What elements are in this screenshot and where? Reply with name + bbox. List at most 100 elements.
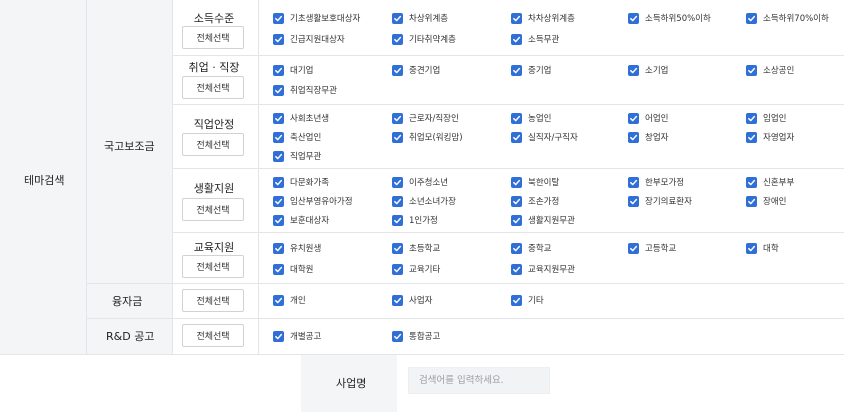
checkbox-label: 중학교 [528,244,552,254]
business-name-search-input[interactable] [408,367,550,394]
checkbox-label: 다문화가족 [290,178,330,188]
checkbox-living-support[interactable]: 다문화가족 [273,176,329,188]
checked-icon [273,242,284,254]
checkbox-job-stability[interactable]: 축산업인 [273,131,321,143]
checkbox-job-stability[interactable]: 실직자/구직자 [511,131,578,143]
select-all-button-income[interactable]: 전체선택 [182,26,244,49]
checkbox-living-support[interactable]: 생활지원무관 [511,214,575,226]
checkbox-label: 중견기업 [409,66,441,76]
category-label-income: 소득수준 [193,12,235,25]
checkbox-label: 차차상위계층 [528,14,575,24]
checkbox-education[interactable]: 초등학교 [392,242,440,254]
checkbox-income[interactable]: 소득하위70%이하 [746,12,829,24]
checkbox-employment[interactable]: 대기업 [273,64,313,76]
checked-icon [273,33,284,45]
checkbox-job-stability[interactable]: 직업무관 [273,150,321,162]
checkbox-income[interactable]: 기초생활보호대상자 [273,12,360,24]
select-all-button-living-support[interactable]: 전체선택 [182,198,244,221]
checkbox-living-support[interactable]: 이주청소년 [392,176,448,188]
checkbox-education[interactable]: 교육기타 [392,263,440,275]
checkbox-job-stability[interactable]: 농업인 [511,112,551,124]
select-all-button-employment[interactable]: 전체선택 [182,76,244,99]
checked-icon [746,242,757,254]
checkbox-job-stability[interactable]: 임업인 [746,112,786,124]
checkbox-living-support[interactable]: 장기의료환자 [628,195,692,207]
select-all-button-rnd[interactable]: 전체선택 [182,324,244,347]
checkbox-income[interactable]: 차상위계층 [392,12,448,24]
checkbox-education[interactable]: 대학원 [273,263,313,275]
checkbox-label: 중기업 [528,66,552,76]
checked-icon [746,64,757,76]
checkbox-living-support[interactable]: 1인가정 [392,214,438,226]
checkbox-label: 통합공고 [409,332,441,342]
checkbox-label: 차상위계층 [409,14,449,24]
checkbox-income[interactable]: 소득무관 [511,33,559,45]
select-all-button-education[interactable]: 전체선택 [182,255,244,278]
checkbox-label: 유치원생 [290,244,322,254]
checkbox-label: 창업자 [645,133,669,143]
category-label-employment: 취업 · 직장 [188,61,240,74]
checked-icon [511,195,522,207]
checkbox-label: 조손가정 [528,197,560,207]
checkbox-label: 1인가정 [409,216,438,226]
checked-icon [392,263,403,275]
checkbox-label: 임산부영유아가정 [290,197,353,207]
checkbox-rnd[interactable]: 개별공고 [273,330,321,342]
checkbox-job-stability[interactable]: 근로자/직장인 [392,112,459,124]
checkbox-label: 교육기타 [409,265,441,275]
checkbox-education[interactable]: 고등학교 [628,242,676,254]
select-all-button-loan[interactable]: 전체선택 [182,289,244,312]
checked-icon [628,112,639,124]
checked-icon [273,112,284,124]
select-all-button-job-stability[interactable]: 전체선택 [182,133,244,156]
checkbox-rnd[interactable]: 통합공고 [392,330,440,342]
checkbox-label: 교육지원무관 [528,265,575,275]
checkbox-job-stability[interactable]: 사회초년생 [273,112,329,124]
checkbox-education[interactable]: 유치원생 [273,242,321,254]
checkbox-living-support[interactable]: 조손가정 [511,195,559,207]
checkbox-loan[interactable]: 기타 [511,294,544,306]
checkbox-label: 소득하위70%이하 [763,14,829,24]
checkbox-label: 긴급지원대상자 [290,35,345,45]
checkbox-employment[interactable]: 중견기업 [392,64,440,76]
checkbox-income[interactable]: 소득하위50%이하 [628,12,711,24]
checkbox-living-support[interactable]: 임산부영유아가정 [273,195,353,207]
checkbox-label: 농업인 [528,114,552,124]
checkbox-label: 사회초년생 [290,114,330,124]
checkbox-job-stability[interactable]: 창업자 [628,131,668,143]
checkbox-job-stability[interactable]: 취업모(워킹맘) [392,131,463,143]
checkbox-employment[interactable]: 취업직장무관 [273,84,337,96]
checkbox-living-support[interactable]: 장애인 [746,195,786,207]
checkbox-label: 북한이탈 [528,178,560,188]
checkbox-living-support[interactable]: 한부모가정 [628,176,684,188]
checked-icon [628,242,639,254]
checkbox-education[interactable]: 중학교 [511,242,551,254]
checkbox-employment[interactable]: 중기업 [511,64,551,76]
checkbox-living-support[interactable]: 북한이탈 [511,176,559,188]
checkbox-income[interactable]: 긴급지원대상자 [273,33,345,45]
checkbox-living-support[interactable]: 소년소녀가장 [392,195,456,207]
checkbox-job-stability[interactable]: 어업인 [628,112,668,124]
checkbox-income[interactable]: 기타취약계층 [392,33,456,45]
checkbox-income[interactable]: 차차상위계층 [511,12,575,24]
checkbox-label: 소상공인 [763,66,795,76]
checkbox-label: 장애인 [763,197,787,207]
checkbox-job-stability[interactable]: 자영업자 [746,131,794,143]
checkbox-living-support[interactable]: 신혼부부 [746,176,794,188]
checkbox-loan[interactable]: 사업자 [392,294,432,306]
checkbox-education[interactable]: 대학 [746,242,779,254]
checkbox-education[interactable]: 교육지원무관 [511,263,575,275]
checked-icon [628,176,639,188]
checkbox-label: 기타취약계층 [409,35,456,45]
checkbox-employment[interactable]: 소기업 [628,64,668,76]
checkbox-living-support[interactable]: 보훈대상자 [273,214,329,226]
checked-icon [392,64,403,76]
checkbox-loan[interactable]: 개인 [273,294,306,306]
group-label-rnd: R&D 공고 [106,330,155,343]
checkbox-employment[interactable]: 소상공인 [746,64,794,76]
checkbox-label: 한부모가정 [645,178,685,188]
checkbox-label: 기초생활보호대상자 [290,14,361,24]
checkbox-label: 대학 [763,244,779,254]
checked-icon [511,112,522,124]
category-label-job-stability: 직업안정 [193,118,235,131]
